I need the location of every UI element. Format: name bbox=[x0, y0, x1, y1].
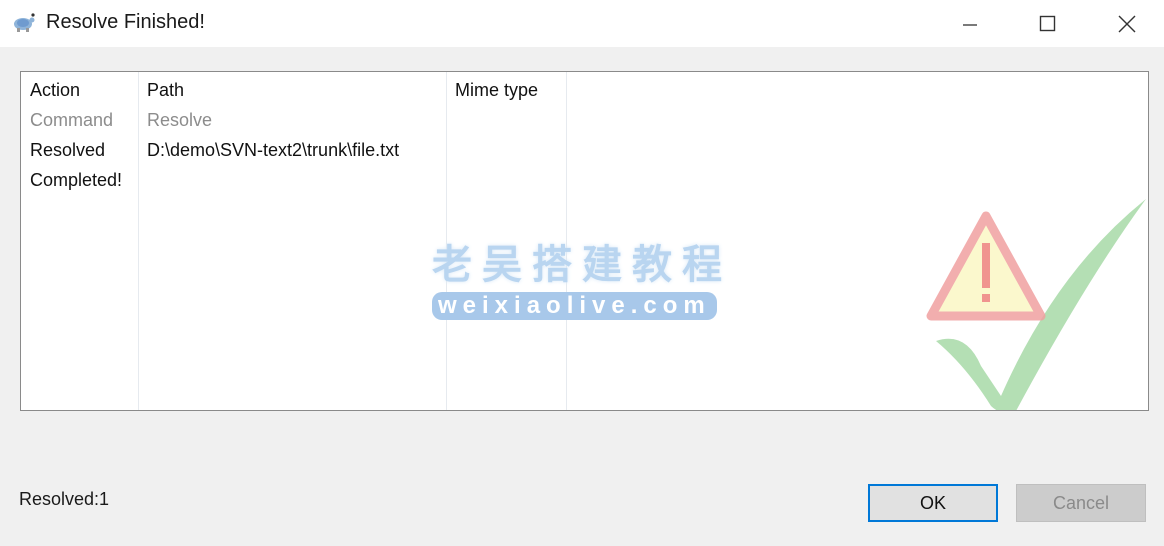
watermark-line1: 老吴搭建教程 bbox=[432, 243, 732, 287]
row-action: Command bbox=[30, 110, 114, 130]
maximize-button[interactable] bbox=[1018, 0, 1078, 47]
row-action: Completed! bbox=[30, 170, 123, 190]
tortoise-svn-icon bbox=[14, 13, 35, 32]
row-action: Resolved bbox=[30, 140, 106, 160]
row-path: D:\demo\SVN-text2\trunk\file.txt bbox=[147, 140, 400, 160]
maximize-icon bbox=[1039, 15, 1056, 31]
close-button[interactable] bbox=[1097, 0, 1157, 47]
column-header-mime-type[interactable]: Mime type bbox=[455, 80, 538, 101]
ok-button[interactable]: OK bbox=[868, 484, 998, 522]
minimize-icon bbox=[963, 23, 977, 26]
title-bar: Resolve Finished! bbox=[0, 0, 1164, 47]
minimize-button[interactable] bbox=[940, 0, 1000, 47]
column-header-action[interactable]: Action bbox=[30, 80, 80, 101]
watermark: 老吴搭建教程 weixiaolive.com bbox=[432, 232, 732, 320]
cancel-button[interactable]: Cancel bbox=[1016, 484, 1146, 522]
close-icon bbox=[1118, 15, 1136, 32]
status-text: Resolved:1 bbox=[19, 489, 110, 509]
warning-check-icon bbox=[926, 199, 1146, 410]
column-separator bbox=[138, 72, 139, 410]
window-title: Resolve Finished! bbox=[46, 11, 205, 33]
row-path: Resolve bbox=[147, 110, 213, 130]
watermark-line2: weixiaolive.com bbox=[432, 292, 717, 320]
column-header-path[interactable]: Path bbox=[147, 80, 184, 101]
